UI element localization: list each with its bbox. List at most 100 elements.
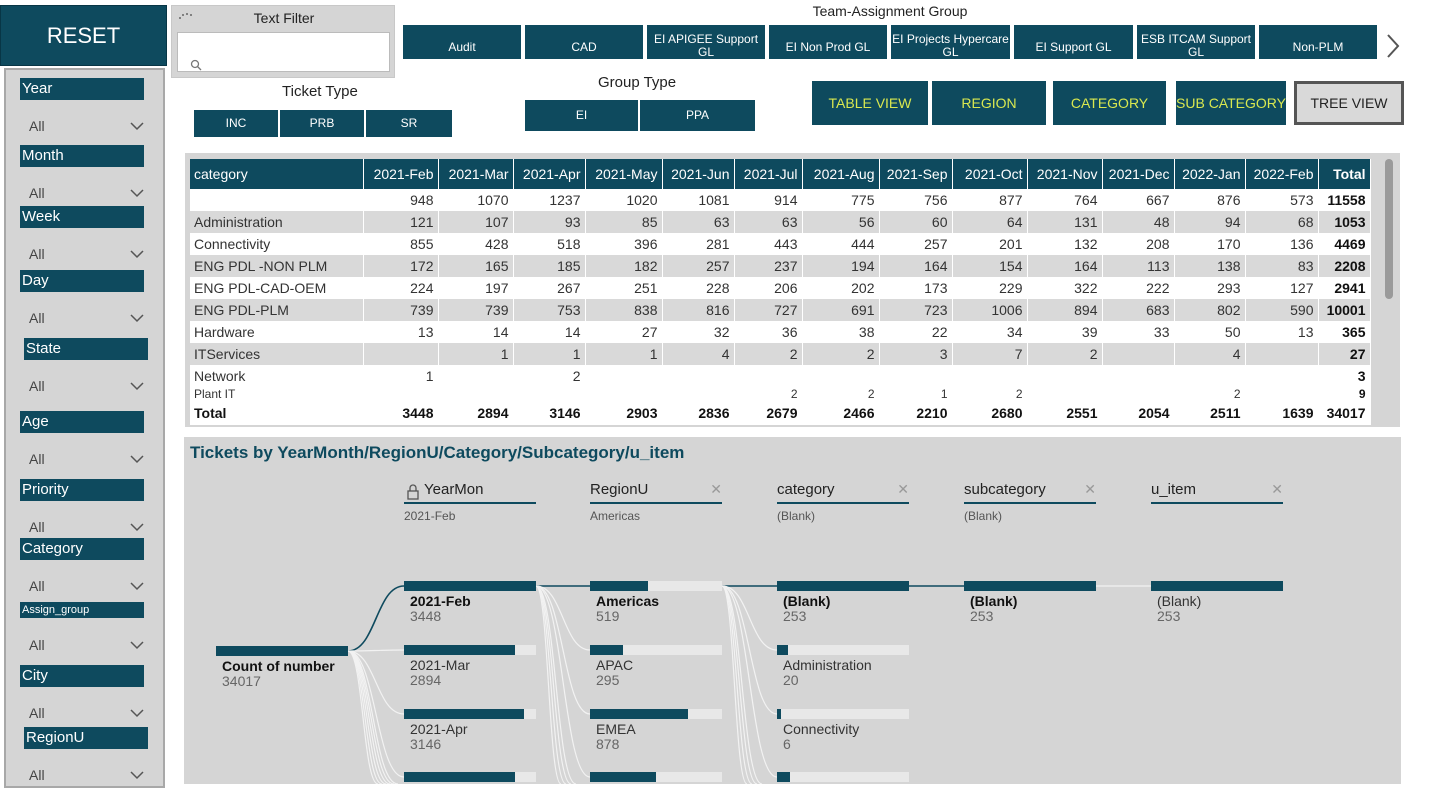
column-header[interactable]: category	[190, 159, 364, 189]
tree-node-yearmon[interactable]	[404, 709, 536, 719]
group-type-ppa[interactable]: PPA	[640, 100, 755, 131]
team-group-button[interactable]: EI Projects Hypercare GL	[891, 25, 1012, 59]
slicer-dropdown-assign_group[interactable]: All	[26, 634, 148, 656]
column-header[interactable]: 2021-Aug	[802, 159, 880, 189]
slicer-dropdown-priority[interactable]: All	[26, 516, 148, 538]
slicer-dropdown-regionu[interactable]: All	[26, 764, 148, 786]
table-row[interactable]: Plant IT 2 2 1 2 2 9	[190, 387, 1371, 401]
column-header[interactable]: 2022-Jan	[1174, 159, 1246, 189]
table-cell	[879, 365, 953, 387]
column-header[interactable]: Total	[1318, 159, 1371, 189]
column-header[interactable]: 2021-Jun	[662, 159, 735, 189]
column-header[interactable]: 2021-Sep	[879, 159, 953, 189]
ticket-type-sr[interactable]: SR	[366, 110, 452, 137]
column-header[interactable]: 2021-Dec	[1102, 159, 1175, 189]
table-cell: ENG PDL -NON PLM	[190, 255, 364, 277]
table-row[interactable]: 948 1070 1237 1020 1081 914 775 756 877 764 667 876…	[190, 189, 1371, 211]
slicer-dropdown-year[interactable]: All	[26, 115, 148, 137]
column-header[interactable]: 2021-Feb	[363, 159, 439, 189]
column-header[interactable]: 2021-Jul	[734, 159, 803, 189]
table-row[interactable]: Connectivity 855 428 518 396 281 443 444 257 201 1…	[190, 233, 1371, 255]
column-header[interactable]: 2021-Apr	[513, 159, 586, 189]
table-cell: 173	[879, 277, 953, 299]
close-icon[interactable]: ✕	[1084, 481, 1096, 498]
close-icon[interactable]: ✕	[897, 481, 909, 498]
ticket-type-prb[interactable]: PRB	[280, 110, 366, 137]
ticket-type-inc[interactable]: INC	[194, 110, 280, 137]
team-group-button[interactable]: EI APIGEE Support GL	[647, 25, 767, 59]
column-header[interactable]: 2021-Oct	[952, 159, 1028, 189]
close-icon[interactable]: ✕	[1271, 481, 1283, 498]
tree-node-yearmon[interactable]	[404, 772, 536, 782]
tree-node-region[interactable]	[590, 772, 722, 782]
slicer-dropdown-week[interactable]: All	[26, 243, 148, 265]
slicer-dropdown-city[interactable]: All	[26, 702, 148, 724]
close-icon[interactable]: ✕	[710, 481, 722, 498]
sub-category-button[interactable]: SUB CATEGORY	[1176, 81, 1286, 125]
tree-root-node[interactable]	[216, 646, 348, 656]
tree-level-header-region[interactable]: RegionU ✕	[590, 481, 722, 504]
slicer-dropdown-category[interactable]: All	[26, 575, 148, 597]
table-row[interactable]: Hardware 13 14 14 27 32 36 38 22 34 39 33 50 13 365	[190, 321, 1371, 343]
tree-level-header-yearmon[interactable]: YearMon	[404, 481, 536, 504]
table-row[interactable]: ITServices 1 1 1 4 2 2 3 7 2 4 27	[190, 343, 1371, 365]
slicer-value: All	[29, 637, 45, 653]
team-group-button[interactable]: Audit	[403, 25, 523, 59]
tree-node-category[interactable]	[777, 772, 909, 782]
tree-level-header-subcategory[interactable]: subcategory ✕	[964, 481, 1096, 504]
group-type-ei[interactable]: EI	[525, 100, 640, 131]
table-cell: 667	[1102, 189, 1175, 211]
tree-node-category[interactable]	[777, 581, 909, 591]
slicer-value: All	[29, 767, 45, 783]
table-row[interactable]: ENG PDL -NON PLM 172 165 185 182 257 237 194 164…	[190, 255, 1371, 277]
tree-node-yearmon[interactable]	[404, 645, 536, 655]
table-scrollbar[interactable]	[1385, 159, 1393, 299]
text-filter-input[interactable]	[177, 32, 390, 72]
node-name: Connectivity	[783, 721, 860, 737]
tree-node-subcategory[interactable]	[964, 581, 1096, 591]
tree-node-category[interactable]	[777, 709, 909, 719]
table-cell: 739	[363, 299, 439, 321]
slicer-dropdown-state[interactable]: All	[26, 375, 148, 397]
slicer-dropdown-age[interactable]: All	[26, 448, 148, 470]
team-group-button[interactable]: EI Support GL	[1014, 25, 1135, 59]
table-row[interactable]: ENG PDL-PLM 739 739 753 838 816 727 691 723 1006 8…	[190, 299, 1371, 321]
tree-level-header-category[interactable]: category ✕	[777, 481, 909, 504]
slicer-dropdown-month[interactable]: All	[26, 182, 148, 204]
table-row[interactable]: Administration 121 107 93 85 63 63 56 60 64 131 48 9…	[190, 211, 1371, 233]
lock-icon	[407, 484, 419, 500]
slicer-label-day: Day	[20, 270, 144, 292]
table-cell: 13	[363, 321, 439, 343]
team-group-button[interactable]: EI Non Prod GL	[769, 25, 889, 59]
tree-node-yearmon[interactable]	[404, 581, 536, 591]
tree-node-u-item[interactable]	[1151, 581, 1283, 591]
table-row[interactable]: ENG PDL-CAD-OEM 224 197 267 251 228 206 202 173 2…	[190, 277, 1371, 299]
column-header[interactable]: 2022-Feb	[1245, 159, 1319, 189]
tree-node-region[interactable]	[590, 709, 722, 719]
team-group-button[interactable]: CAD	[525, 25, 645, 59]
node-fill	[404, 645, 515, 655]
slicer-value: All	[29, 705, 45, 721]
table-total-cell: 2836	[662, 401, 735, 425]
table-row[interactable]: Network 1 2 3	[190, 365, 1371, 387]
table-view-button[interactable]: TABLE VIEW	[812, 81, 928, 125]
chevron-right-icon[interactable]	[1385, 32, 1401, 60]
team-group-button[interactable]: Non-PLM	[1259, 25, 1379, 59]
region-button[interactable]: REGION	[932, 81, 1046, 125]
team-group-button[interactable]: ESB ITCAM Support GL	[1137, 25, 1257, 59]
table-cell: 518	[513, 233, 586, 255]
level-selected: Americas	[590, 509, 641, 523]
table-cell: 206	[734, 277, 803, 299]
column-header[interactable]: 2021-Nov	[1027, 159, 1103, 189]
slicer-label-year: Year	[20, 78, 144, 100]
category-button[interactable]: CATEGORY	[1053, 81, 1166, 125]
reset-button[interactable]: RESET	[0, 5, 167, 66]
tree-node-category[interactable]	[777, 645, 909, 655]
column-header[interactable]: 2021-May	[585, 159, 663, 189]
tree-level-header-u_item[interactable]: u_item ✕	[1151, 481, 1283, 504]
slicer-dropdown-day[interactable]: All	[26, 307, 148, 329]
tree-node-region[interactable]	[590, 645, 722, 655]
column-header[interactable]: 2021-Mar	[438, 159, 514, 189]
tree-node-region[interactable]	[590, 581, 722, 591]
tree-view-button[interactable]: TREE VIEW	[1294, 81, 1404, 125]
